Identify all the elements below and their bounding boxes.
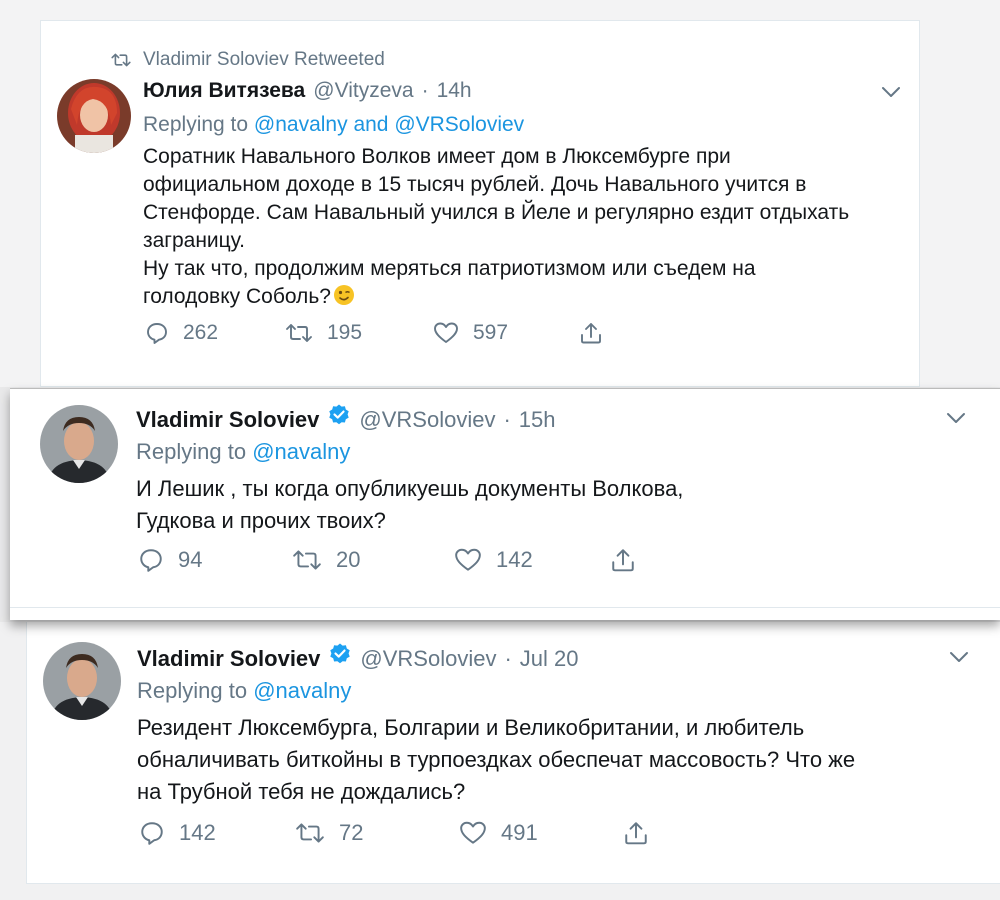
replying-to-label: Replying to xyxy=(136,439,253,464)
tweet-actions: 262 195 597 xyxy=(145,321,603,345)
retweet-icon xyxy=(286,324,312,342)
retweet-context: Vladimir Soloviev Retweeted xyxy=(111,49,385,71)
separator: · xyxy=(504,646,512,671)
tweet-panel-2[interactable]: Vladimir Soloviev @VRSoloviev · 15h Repl… xyxy=(10,388,1000,620)
tweet-card[interactable]: Vladimir Soloviev @VRSoloviev · Jul 20 R… xyxy=(26,622,1000,884)
tweet-header: Юлия Витязева @Vityzeva · 14h xyxy=(143,79,903,109)
retweet-icon xyxy=(296,823,324,843)
reply-count: 94 xyxy=(178,547,203,572)
share-icon xyxy=(625,822,647,845)
reply-button[interactable]: 142 xyxy=(139,820,295,846)
chevron-down-icon[interactable] xyxy=(949,650,969,668)
timestamp[interactable]: Jul 20 xyxy=(520,646,579,672)
reply-icon xyxy=(147,323,167,344)
tweet-text: И Лешик , ты когда опубликуешь документы… xyxy=(136,476,684,533)
author-name[interactable]: Юлия Витязева xyxy=(143,79,305,103)
author-name[interactable]: Vladimir Soloviev xyxy=(137,646,320,672)
avatar[interactable] xyxy=(43,642,121,720)
verified-badge-icon xyxy=(328,642,352,672)
timestamp[interactable]: 15h xyxy=(519,407,556,433)
retweet-button[interactable]: 72 xyxy=(295,820,459,846)
author-name[interactable]: Vladimir Soloviev xyxy=(136,407,319,433)
replying-to: Replying to @navalny xyxy=(136,439,956,471)
retweet-label[interactable]: Vladimir Soloviev Retweeted xyxy=(143,49,385,71)
separator: · xyxy=(503,407,511,432)
replying-to: Replying to @navalny xyxy=(137,678,977,710)
reply-mentions[interactable]: @navalny xyxy=(252,439,350,464)
share-button[interactable] xyxy=(579,321,603,345)
timestamp[interactable]: 14h xyxy=(437,79,472,103)
share-button[interactable] xyxy=(623,820,649,846)
retweet-icon xyxy=(293,550,321,570)
chevron-down-icon[interactable] xyxy=(946,411,966,429)
like-count: 597 xyxy=(473,321,509,344)
replying-to-label: Replying to xyxy=(143,113,254,136)
like-count: 491 xyxy=(501,820,538,845)
wink-emoji xyxy=(333,284,355,314)
retweet-count: 72 xyxy=(339,820,364,845)
retweet-icon xyxy=(111,53,131,67)
heart-icon xyxy=(434,322,458,343)
avatar[interactable] xyxy=(40,405,118,483)
like-button[interactable]: 142 xyxy=(454,547,610,573)
tweet-header: Vladimir Soloviev @VRSoloviev · 15h xyxy=(136,403,956,435)
replying-to: Replying to @navalny and @VRSoloviev xyxy=(143,113,903,143)
tweet-actions: 94 20 142 xyxy=(138,547,636,573)
reply-button[interactable]: 94 xyxy=(138,547,292,573)
tweet-text: Соратник Навального Волков имеет дом в Л… xyxy=(143,145,850,308)
reply-button[interactable]: 262 xyxy=(145,321,285,345)
verified-badge-icon xyxy=(327,403,351,433)
heart-icon xyxy=(460,821,486,844)
tweet-panel-1: Vladimir Soloviev Retweeted Юлия Витязев… xyxy=(0,0,1000,387)
reply-icon xyxy=(140,549,162,572)
author-handle[interactable]: @Vityzeva xyxy=(313,79,413,103)
retweet-button[interactable]: 20 xyxy=(292,547,454,573)
tweet-card[interactable]: Vladimir Soloviev Retweeted Юлия Витязев… xyxy=(40,20,920,387)
reply-count: 142 xyxy=(179,820,216,845)
like-button[interactable]: 597 xyxy=(433,321,579,345)
reply-mentions[interactable]: @navalny xyxy=(253,678,351,703)
chevron-down-icon[interactable] xyxy=(881,85,901,103)
retweet-button[interactable]: 195 xyxy=(285,321,433,345)
retweet-count: 195 xyxy=(327,321,363,344)
tweet-header: Vladimir Soloviev @VRSoloviev · Jul 20 xyxy=(137,642,977,674)
author-handle[interactable]: @VRSoloviev xyxy=(359,407,495,433)
author-handle[interactable]: @VRSoloviev xyxy=(360,646,496,672)
avatar[interactable] xyxy=(57,79,131,153)
reply-icon xyxy=(141,822,163,845)
heart-icon xyxy=(455,548,481,571)
retweet-count: 20 xyxy=(336,547,361,572)
replying-to-label: Replying to xyxy=(137,678,254,703)
tweet-actions: 142 72 491 xyxy=(139,820,649,846)
share-icon xyxy=(612,549,634,572)
share-button[interactable] xyxy=(610,547,636,573)
like-button[interactable]: 491 xyxy=(459,820,623,846)
tweet-panel-3: Vladimir Soloviev @VRSoloviev · Jul 20 R… xyxy=(0,622,1000,900)
reply-mentions[interactable]: @navalny and @VRSoloviev xyxy=(254,113,524,136)
separator: · xyxy=(421,79,429,102)
share-icon xyxy=(581,323,601,344)
divider xyxy=(10,607,1000,608)
like-count: 142 xyxy=(496,547,533,572)
tweet-text: Резидент Люксембурга, Болгарии и Великоб… xyxy=(137,715,856,804)
reply-count: 262 xyxy=(183,321,219,344)
